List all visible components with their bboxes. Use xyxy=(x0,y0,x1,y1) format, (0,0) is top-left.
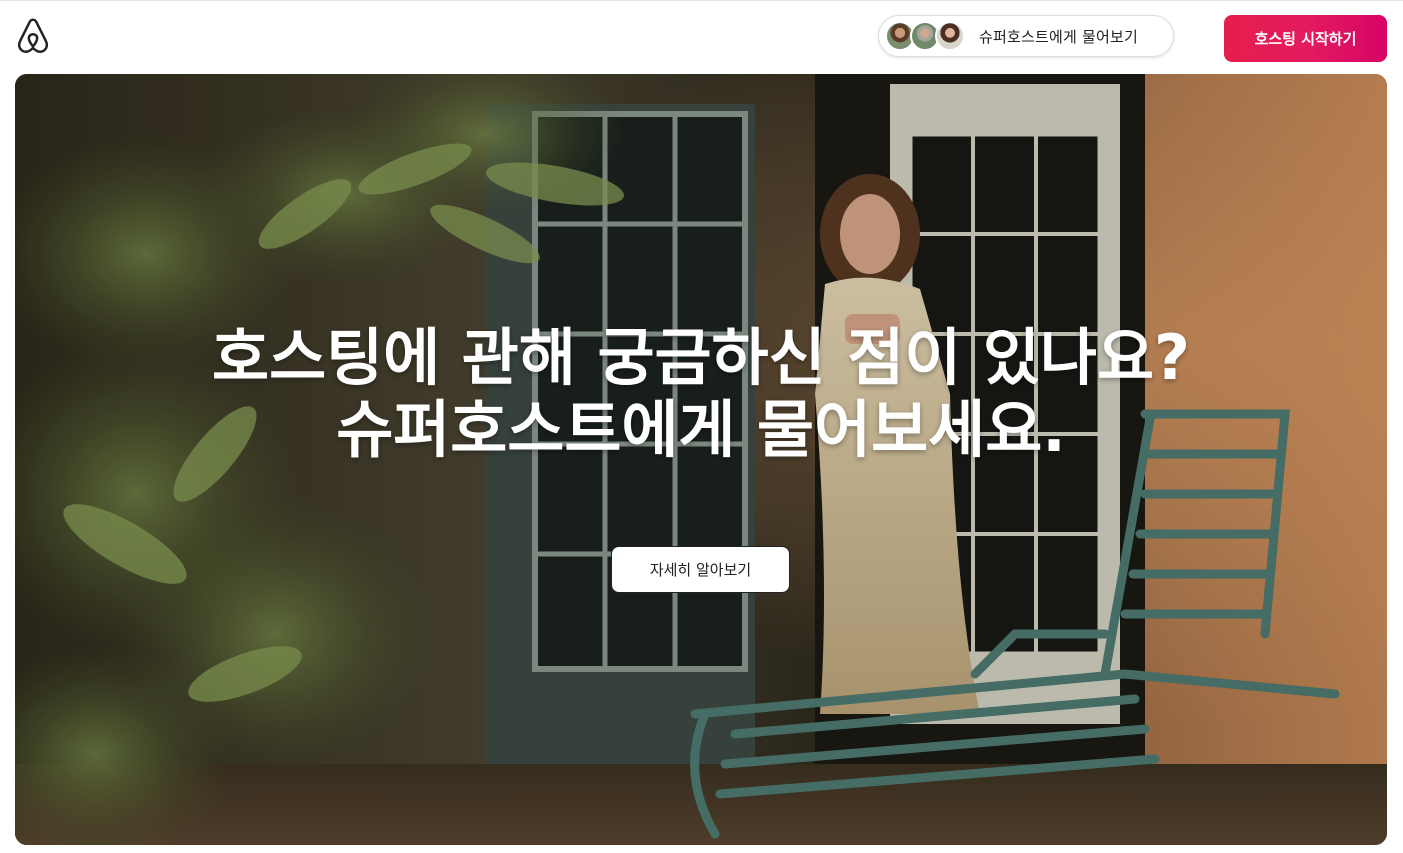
superhost-avatars xyxy=(885,20,967,52)
start-hosting-button[interactable]: 호스팅 시작하기 xyxy=(1224,15,1387,62)
top-navigation-bar: 슈퍼호스트에게 물어보기 호스팅 시작하기 xyxy=(0,0,1403,74)
learn-more-button[interactable]: 자세히 알아보기 xyxy=(611,546,790,593)
ask-superhost-button[interactable]: 슈퍼호스트에게 물어보기 xyxy=(878,15,1174,57)
hero-headline-line-1: 호스팅에 관해 궁금하신 점이 있나요? xyxy=(212,321,1190,394)
hero-headline-line-2: 슈퍼호스트에게 물어보세요. xyxy=(336,393,1066,466)
hero-headline: 호스팅에 관해 궁금하신 점이 있나요? 슈퍼호스트에게 물어보세요. xyxy=(15,322,1387,466)
hero-banner: 호스팅에 관해 궁금하신 점이 있나요? 슈퍼호스트에게 물어보세요. 자세히 … xyxy=(15,74,1387,845)
ask-superhost-label: 슈퍼호스트에게 물어보기 xyxy=(979,27,1138,46)
airbnb-logo-icon[interactable] xyxy=(15,18,51,54)
avatar xyxy=(935,21,965,51)
